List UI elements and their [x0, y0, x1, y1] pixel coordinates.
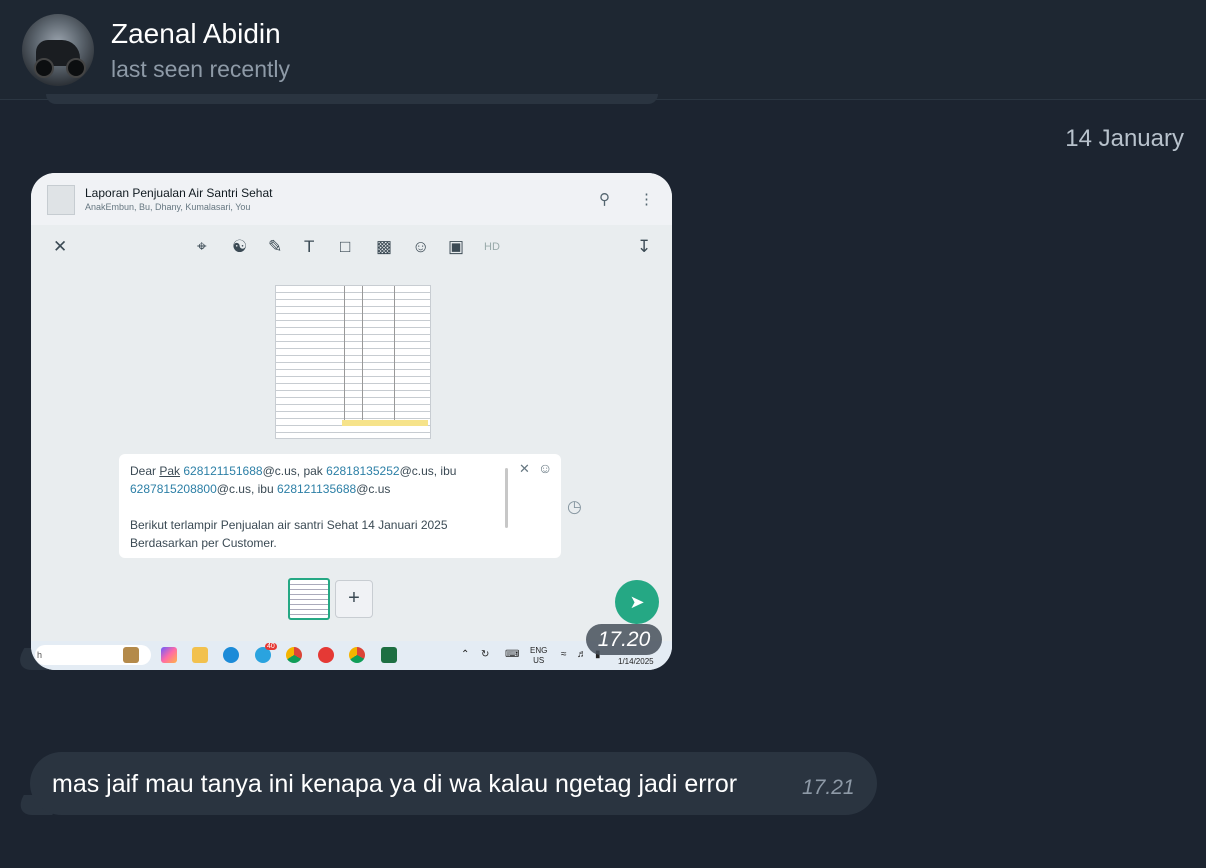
sheet-column-line — [362, 286, 363, 420]
contact-status: last seen recently — [111, 56, 290, 82]
more-vert-icon: ⋮ — [639, 191, 654, 208]
pencil-icon: ✎ — [268, 237, 283, 256]
emoji-icon: ☺ — [412, 237, 430, 256]
emoji-icon: ☺ — [538, 460, 553, 476]
file-explorer-icon — [192, 647, 208, 663]
screenshot-image-editor: ✕ ⌖ ☯ ✎ T □ ▩ ☺ ▣ HD ↧ Dear Pak 62812115… — [31, 225, 672, 645]
language-region: US — [533, 656, 545, 665]
previous-message-bubble — [46, 94, 658, 104]
sheet-column-line — [394, 286, 395, 420]
contact-name[interactable]: Zaenal Abidin — [111, 18, 281, 50]
contact-avatar[interactable] — [22, 14, 94, 86]
edge-icon — [223, 647, 239, 663]
avatar-wheel — [66, 58, 86, 78]
image-thumbnail — [288, 578, 330, 620]
caption-mention: 628121151688 — [183, 464, 263, 478]
taskbar-app-icon — [123, 647, 139, 663]
sheet-total-highlight — [342, 420, 428, 426]
caption-text: Dear Pak 628121151688@c.us, pak 62818135… — [130, 462, 490, 552]
volume-icon: ♬ — [577, 649, 587, 660]
language-indicator: ENG US — [530, 646, 547, 666]
text-icon: T — [304, 237, 315, 256]
close-icon: ✕ — [519, 461, 530, 476]
blur-icon: ▩ — [376, 237, 393, 256]
send-icon: ➤ — [615, 580, 659, 624]
caption-box: Dear Pak 628121151688@c.us, pak 62818135… — [119, 454, 561, 558]
add-media-button: + — [335, 580, 373, 618]
caption-fragment: @c.us — [262, 464, 297, 478]
caption-scrollbar — [505, 468, 508, 528]
media-message-bubble[interactable]: Laporan Penjualan Air Santri Sehat AnakE… — [31, 173, 672, 670]
chrome-icon — [349, 647, 365, 663]
spreadsheet-preview — [275, 285, 431, 439]
taskbar-date: 1/14/2025 — [618, 657, 654, 666]
caption-mention: 62818135252 — [326, 464, 400, 478]
rectangle-icon: □ — [340, 237, 351, 256]
group-title: Laporan Penjualan Air Santri Sehat — [85, 186, 273, 200]
excel-icon — [381, 647, 397, 663]
caption-line: Berikut terlampir Penjualan air santri S… — [130, 518, 448, 532]
caption-line: 6287815208800@c.us, ibu 628121135688@c.u… — [130, 480, 490, 498]
view-once-icon: ◷ — [567, 497, 582, 516]
download-icon: ↧ — [637, 237, 652, 256]
date-separator: 14 January — [1065, 125, 1184, 152]
telegram-badge: 40 — [265, 643, 277, 650]
message-time: 17.21 — [802, 776, 855, 799]
caption-line: Dear Pak 628121151688@c.us, pak 62818135… — [130, 462, 490, 480]
caption-fragment: Pak — [159, 464, 181, 478]
chrome-icon — [286, 647, 302, 663]
caption-fragment: Dear — [130, 464, 160, 478]
sheet-column-line — [344, 286, 345, 420]
search-icon: ⚲ — [599, 191, 610, 208]
caption-mention: 628121135688 — [276, 482, 357, 496]
language-code: ENG — [530, 646, 548, 655]
copilot-icon — [161, 647, 177, 663]
hd-icon: HD — [484, 241, 500, 253]
message-text: mas jaif mau tanya ini kenapa ya di wa k… — [52, 770, 738, 798]
caption-fragment: , ibu — [250, 482, 277, 496]
crop-icon: ⌖ — [197, 237, 207, 256]
sticker-icon: ▣ — [448, 237, 465, 256]
caption-fragment: @c.us — [216, 482, 251, 496]
caption-line: Berdasarkan per Customer. — [130, 536, 277, 550]
caption-fragment: @c.us — [399, 464, 434, 478]
filter-icon: ☯ — [232, 237, 248, 256]
caption-mention: 6287815208800 — [130, 482, 217, 496]
close-icon: ✕ — [53, 237, 68, 256]
keyboard-icon: ⌨ — [505, 649, 520, 660]
wifi-icon: ≈ — [561, 649, 567, 660]
windows-taskbar: h 40 ⌃ ↻ ⌨ ENGUS ≈ ♬ ▮ 1/14/2025 — [31, 641, 672, 670]
chevron-up-icon: ⌃ — [461, 649, 470, 660]
caption-fragment: , ibu — [433, 464, 457, 478]
text-message-bubble[interactable]: mas jaif mau tanya ini kenapa ya di wa k… — [30, 752, 877, 815]
caption-fragment: @c.us — [356, 482, 391, 496]
group-icon — [47, 185, 75, 215]
message-time: 17.20 — [586, 624, 662, 655]
wps-icon — [318, 647, 334, 663]
avatar-wheel — [34, 58, 54, 78]
screenshot-chat-header: Laporan Penjualan Air Santri Sehat AnakE… — [31, 173, 672, 225]
caption-fragment: , pak — [296, 464, 327, 478]
editor-toolbar: ✕ ⌖ ☯ ✎ T □ ▩ ☺ ▣ HD ↧ — [31, 225, 672, 271]
chat-header: Zaenal Abidin last seen recently — [0, 0, 1206, 100]
group-members: AnakEmbun, Bu, Dhany, Kumalasari, You — [85, 202, 251, 212]
sync-icon: ↻ — [481, 649, 490, 660]
